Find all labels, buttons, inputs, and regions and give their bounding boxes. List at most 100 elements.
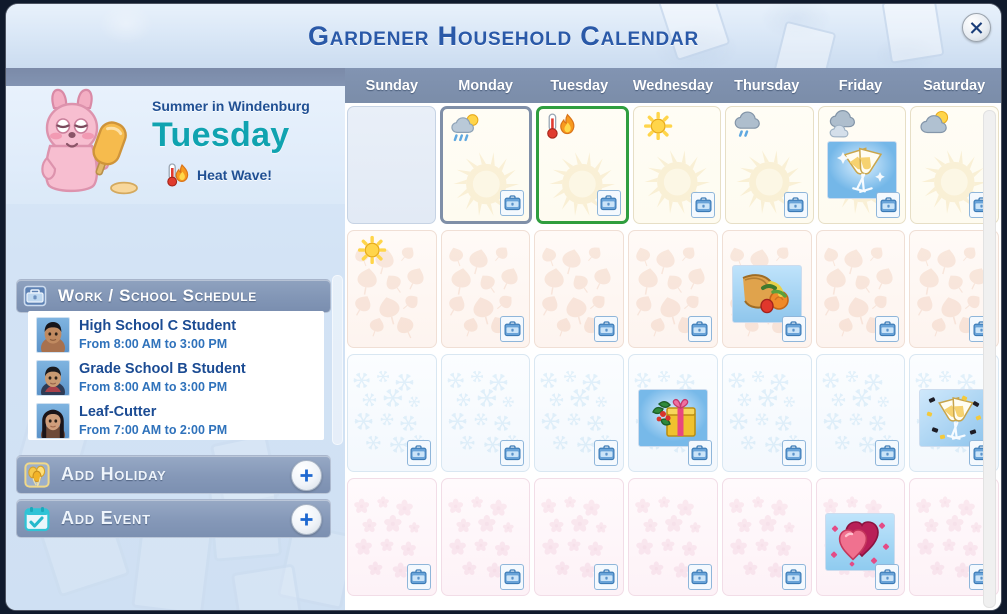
sun-icon xyxy=(643,111,673,140)
pink-llama-popsicle-icon xyxy=(41,88,138,195)
gift-holly-icon[interactable] xyxy=(638,389,709,447)
add-holiday-plus-icon[interactable] xyxy=(291,460,322,491)
work-schedule-icon[interactable] xyxy=(781,316,806,342)
add-event-button[interactable]: Add Event xyxy=(16,499,331,538)
calendar-day-cell[interactable] xyxy=(721,478,812,596)
calendar-day-cell[interactable] xyxy=(815,230,906,348)
weekday-tuesday: Tuesday xyxy=(550,77,609,94)
current-day-label: Tuesday xyxy=(152,116,290,154)
add-holiday-button[interactable]: Add Holiday xyxy=(16,455,331,494)
child-sim-portrait xyxy=(36,360,70,396)
work-schedule-icon[interactable] xyxy=(783,192,808,218)
weather-event-row: Heat Wave! xyxy=(166,162,272,188)
work-schedule-icon[interactable] xyxy=(406,440,431,466)
weekday-friday: Friday xyxy=(838,77,883,94)
sidebar-day-summary: Summer in Windenburg Tuesday Heat Wave! xyxy=(6,68,345,204)
calendar-week-row xyxy=(345,103,1001,227)
calendar-scrollbar[interactable] xyxy=(983,110,996,608)
calendar-check-icon xyxy=(23,505,51,533)
calendar-day-cell[interactable] xyxy=(721,354,812,472)
work-schedule-icon[interactable] xyxy=(594,564,619,590)
schedule-list: High School C Student From 8:00 AM to 3:… xyxy=(28,311,324,440)
calendar-day-cell[interactable] xyxy=(536,106,629,224)
sun-icon xyxy=(358,235,387,264)
title-bar: Gardener Household Calendar xyxy=(6,4,1001,68)
work-schedule-icon[interactable] xyxy=(687,440,712,466)
calendar-day-cell[interactable] xyxy=(721,230,812,348)
list-item[interactable]: High School C Student From 8:00 AM to 3:… xyxy=(36,317,320,357)
work-schedule-icon[interactable] xyxy=(875,440,900,466)
weekday-monday: Monday xyxy=(458,77,513,94)
weather-event-label: Heat Wave! xyxy=(197,167,272,183)
add-event-label: Add Event xyxy=(61,508,151,528)
calendar-day-cell[interactable] xyxy=(440,478,531,596)
work-schedule-icon[interactable] xyxy=(500,316,525,342)
list-item[interactable]: Leaf-Cutter From 7:00 AM to 2:00 PM xyxy=(36,403,320,443)
teen-sim-portrait xyxy=(36,317,70,353)
calendar-day-cell[interactable] xyxy=(347,354,437,472)
calendar-day-cell[interactable] xyxy=(632,106,722,224)
new-years-toast-icon[interactable] xyxy=(919,389,990,447)
calendar-day-cell[interactable] xyxy=(534,354,625,472)
champagne-toast-icon[interactable] xyxy=(827,141,898,199)
cloudy-icon xyxy=(829,110,855,138)
work-schedule-icon[interactable] xyxy=(594,440,619,466)
schedule-entry-name: Grade School B Student xyxy=(79,361,246,377)
work-schedule-icon[interactable] xyxy=(406,564,431,590)
work-schedule-icon[interactable] xyxy=(594,316,619,342)
work-schedule-icon[interactable] xyxy=(781,564,806,590)
add-holiday-label: Add Holiday xyxy=(61,464,167,484)
calendar-grid xyxy=(345,103,1001,610)
schedule-entry-time: From 8:00 AM to 3:00 PM xyxy=(79,380,228,394)
calendar-day-cell[interactable] xyxy=(347,230,437,348)
heatwave-icon xyxy=(547,113,575,139)
close-icon[interactable] xyxy=(962,13,991,42)
calendar-week-row xyxy=(345,475,1001,599)
add-event-plus-icon[interactable] xyxy=(291,504,322,535)
schedule-entry-name: High School C Student xyxy=(79,318,237,334)
page-title: Gardener Household Calendar xyxy=(307,21,700,51)
calendar-day-cell[interactable] xyxy=(725,106,814,224)
calendar-day-cell[interactable] xyxy=(440,354,531,472)
calendar-day-cell[interactable] xyxy=(347,478,437,596)
sidebar: Summer in Windenburg Tuesday Heat Wave! xyxy=(6,68,345,610)
weekday-saturday: Saturday xyxy=(923,77,986,94)
calendar-day-cell[interactable] xyxy=(815,354,906,472)
work-schedule-icon[interactable] xyxy=(500,190,525,216)
list-item[interactable]: Grade School B Student From 8:00 AM to 3… xyxy=(36,360,320,400)
calendar-day-cell[interactable] xyxy=(534,478,625,596)
work-schedule-icon[interactable] xyxy=(596,190,621,216)
calendar-day-cell[interactable] xyxy=(628,354,718,472)
calendar-day-cell[interactable] xyxy=(817,106,907,224)
calendar-day-cell[interactable] xyxy=(815,478,906,596)
schedule-entry-name: Leaf-Cutter xyxy=(79,404,157,420)
work-schedule-icon[interactable] xyxy=(687,564,712,590)
work-schedule-icon[interactable] xyxy=(687,316,712,342)
calendar-day-cell[interactable] xyxy=(534,230,625,348)
weekday-wednesday: Wednesday xyxy=(632,77,714,94)
rain-cloud-icon xyxy=(734,111,761,137)
list-item-text: Grade School B Student From 8:00 AM to 3… xyxy=(79,360,246,396)
work-schedule-icon[interactable] xyxy=(875,316,900,342)
list-item-text: Leaf-Cutter From 7:00 AM to 2:00 PM xyxy=(79,403,227,439)
work-school-schedule-label: Work / School Schedule xyxy=(58,286,257,305)
season-location-label: Summer in Windenburg xyxy=(152,98,310,114)
hearts-icon[interactable] xyxy=(825,513,896,571)
cornucopia-icon[interactable] xyxy=(731,265,802,323)
work-schedule-icon[interactable] xyxy=(875,564,900,590)
calendar-day-cell[interactable] xyxy=(628,230,718,348)
work-schedule-icon[interactable] xyxy=(500,564,525,590)
rain-sun-icon xyxy=(450,114,478,142)
calendar-window: Gardener Household Calendar Summer in Wi… xyxy=(6,4,1001,610)
sidebar-scrollbar[interactable] xyxy=(332,275,343,445)
work-schedule-icon[interactable] xyxy=(691,192,716,218)
balloons-icon xyxy=(23,461,51,489)
calendar-day-cell[interactable] xyxy=(347,106,436,224)
calendar-day-cell[interactable] xyxy=(440,230,531,348)
work-schedule-icon[interactable] xyxy=(876,192,901,218)
work-schedule-icon[interactable] xyxy=(500,440,525,466)
schedule-entry-time: From 8:00 AM to 3:00 PM xyxy=(79,337,228,351)
calendar-day-cell[interactable] xyxy=(628,478,718,596)
work-schedule-icon[interactable] xyxy=(781,440,806,466)
calendar-day-cell[interactable] xyxy=(439,106,533,224)
